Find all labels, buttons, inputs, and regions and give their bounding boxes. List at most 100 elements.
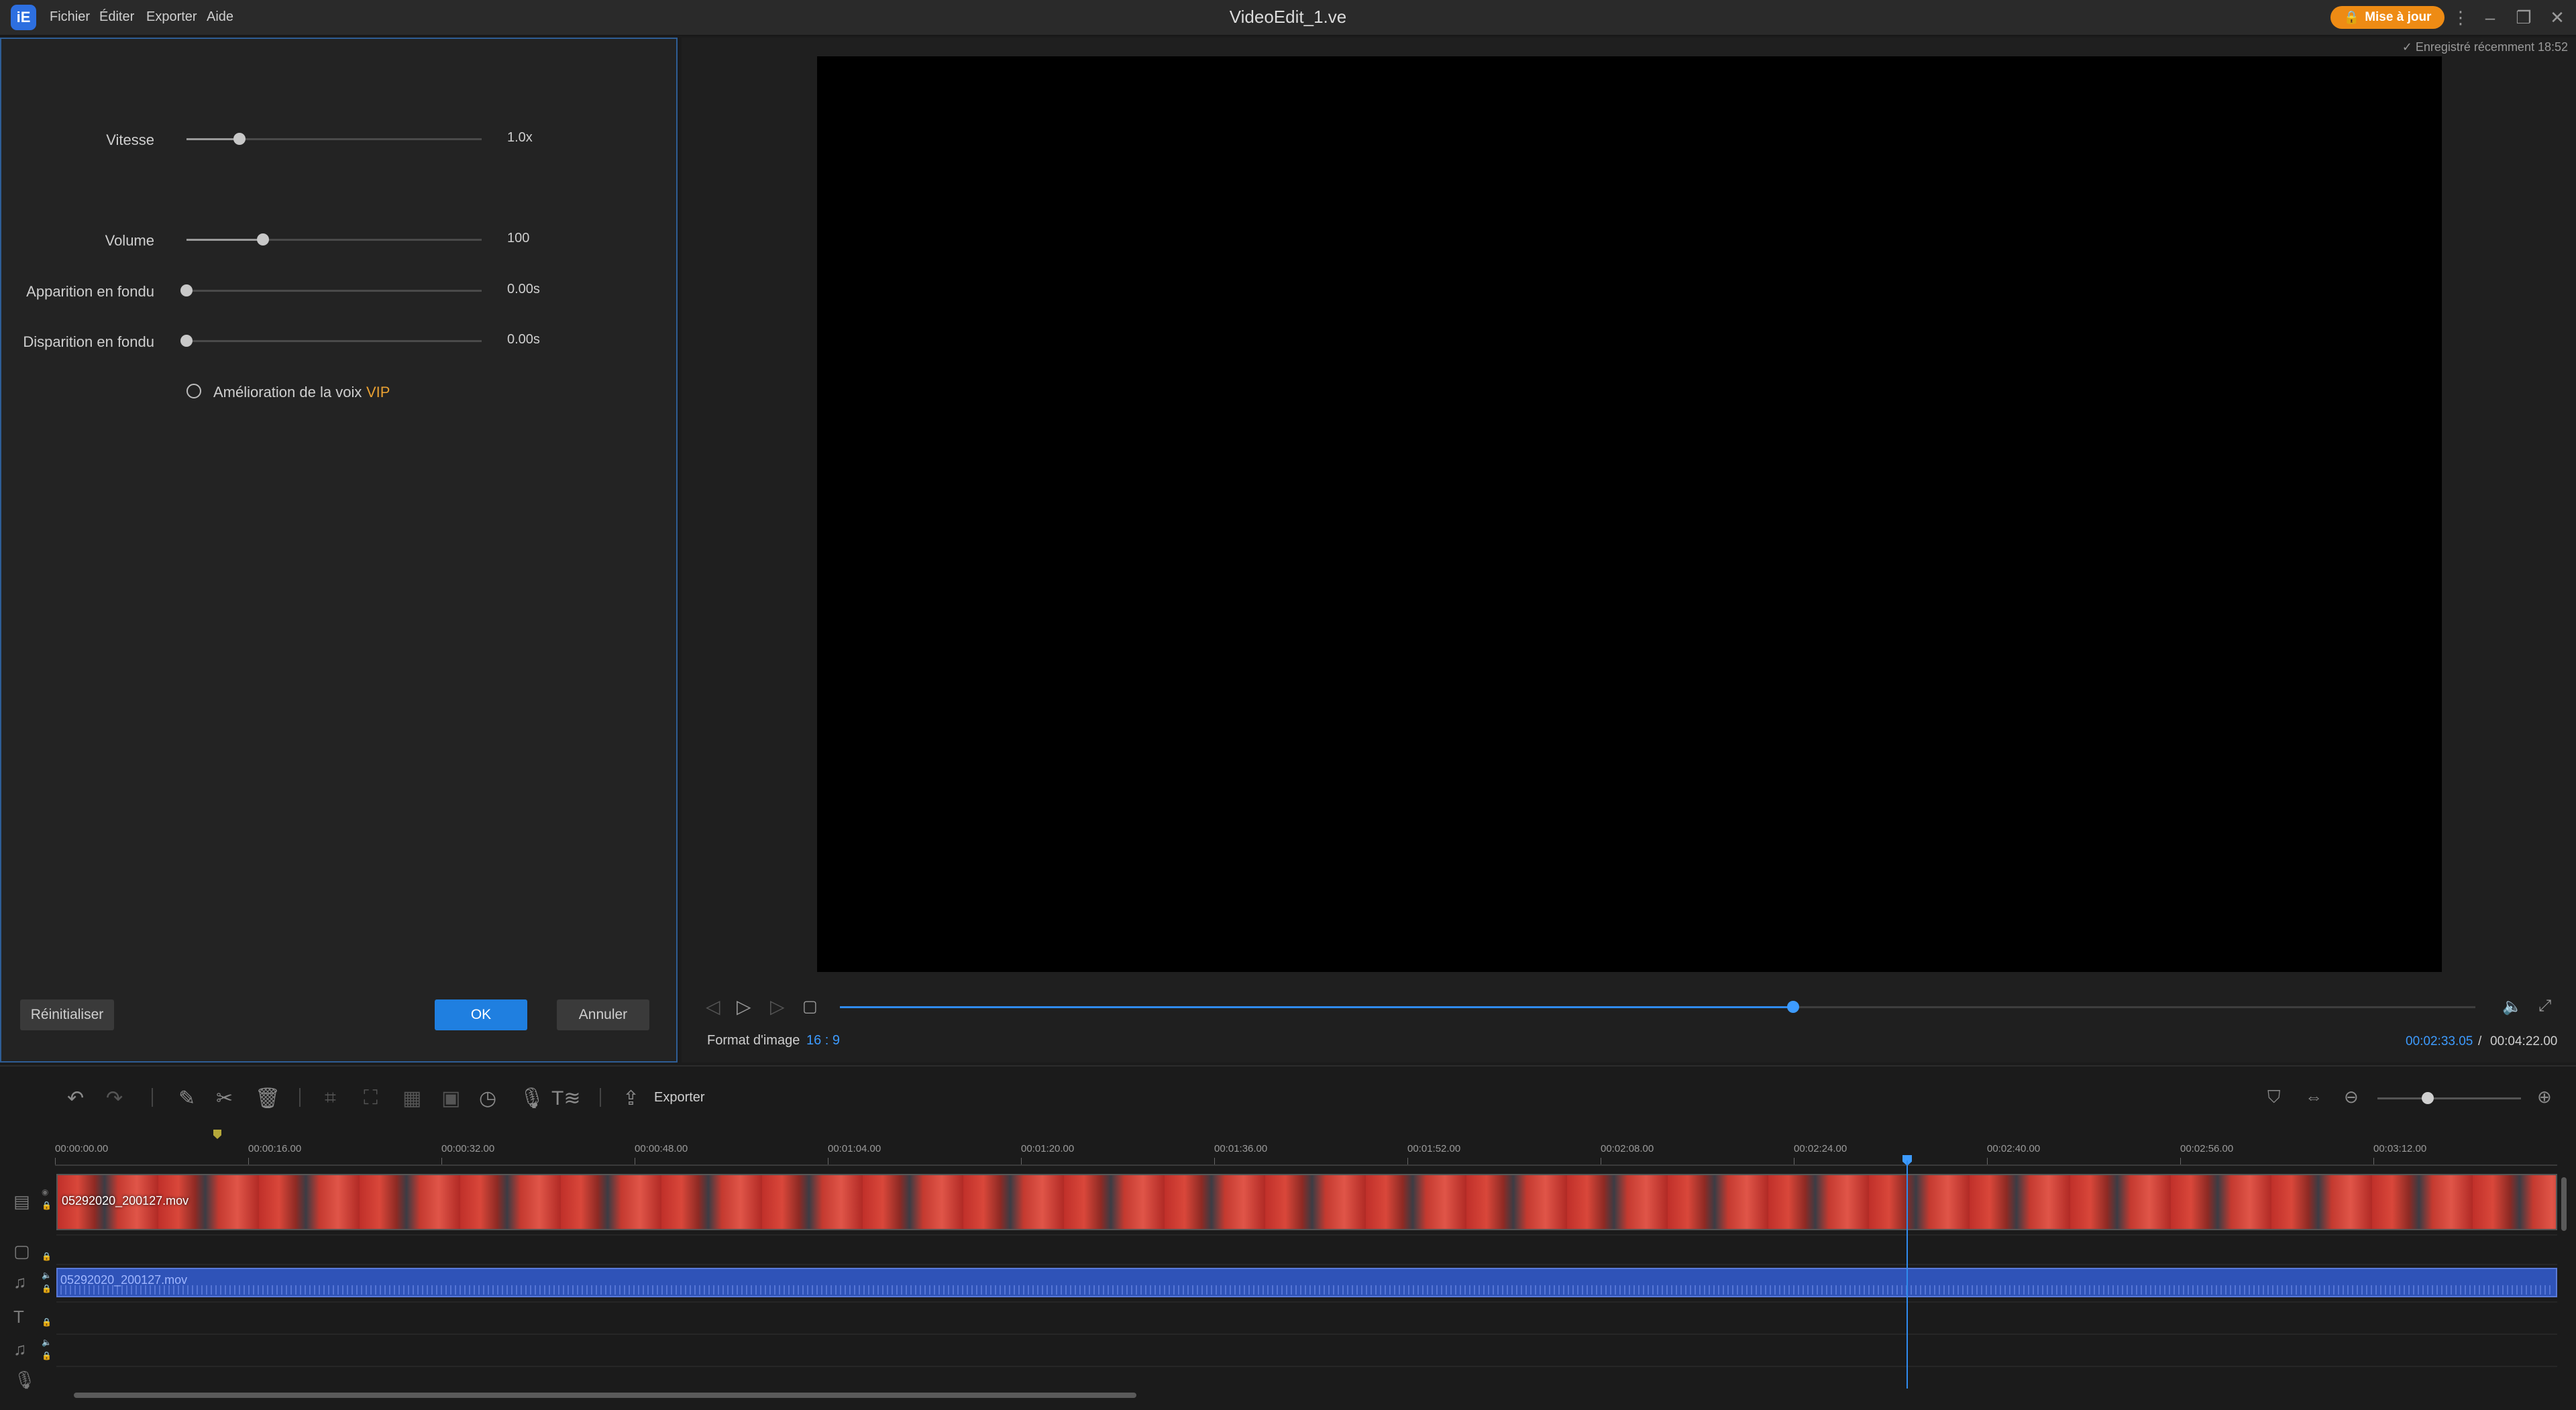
volume-icon[interactable]: 🔈 bbox=[2502, 997, 2522, 1016]
track-lock-icon[interactable]: 🔒 bbox=[42, 1351, 52, 1360]
audio-track-icon: ♫ bbox=[13, 1272, 27, 1292]
timeline-vertical-scrollbar[interactable] bbox=[2561, 1177, 2567, 1231]
playback-scrubber[interactable] bbox=[840, 1001, 2475, 1013]
playhead[interactable] bbox=[1907, 1160, 1908, 1389]
previous-frame-icon[interactable]: ◁ bbox=[706, 995, 720, 1018]
scissors-icon[interactable]: ✂ bbox=[216, 1087, 233, 1110]
track-lock-icon[interactable]: 🔒 bbox=[42, 1317, 52, 1327]
voiceover-track-icon: 🎙 bbox=[13, 1370, 36, 1390]
more-options-icon[interactable]: ⋮ bbox=[2449, 5, 2473, 30]
ruler-tick-label: 00:02:56.00 bbox=[2180, 1143, 2234, 1154]
saved-status: ✓ Enregistré récemment 18:52 bbox=[2402, 40, 2568, 54]
time-ruler[interactable]: 00:00:00.00 00:00:16.00 00:00:32.00 00:00:4… bbox=[55, 1140, 2557, 1166]
speed-slider[interactable] bbox=[186, 133, 482, 145]
fade-out-slider-thumb[interactable] bbox=[180, 335, 193, 347]
volume-label: Volume bbox=[105, 232, 154, 249]
next-frame-icon[interactable]: ▷ bbox=[770, 995, 785, 1018]
track-mute-icon[interactable]: 🔈 bbox=[42, 1338, 52, 1347]
timeline-horizontal-scrollbar[interactable] bbox=[74, 1393, 1136, 1398]
ruler-tick-label: 00:03:12.00 bbox=[2373, 1143, 2427, 1154]
export-icon[interactable]: ⇪ bbox=[623, 1087, 639, 1110]
play-icon[interactable]: ▷ bbox=[737, 995, 751, 1018]
video-clip[interactable] bbox=[56, 1174, 2557, 1230]
ruler-tick-label: 00:02:40.00 bbox=[1987, 1143, 2041, 1154]
text-to-speech-icon[interactable]: T≋ bbox=[551, 1087, 580, 1110]
mosaic-icon[interactable]: ▦ bbox=[402, 1087, 421, 1110]
track-divider bbox=[56, 1234, 2557, 1236]
video-clip-label: 05292020_200127.mov bbox=[62, 1194, 189, 1207]
track-divider bbox=[56, 1301, 2557, 1303]
volume-value: 100 bbox=[507, 231, 530, 246]
video-track-icon: ▤ bbox=[13, 1191, 30, 1211]
overlay-track-icon: ▢ bbox=[13, 1241, 30, 1261]
edit-pencil-icon[interactable]: ✎ bbox=[178, 1087, 195, 1110]
zoom-region-icon[interactable]: ⛶ bbox=[364, 1087, 378, 1109]
speed-label: Vitesse bbox=[106, 131, 154, 148]
track-divider bbox=[56, 1264, 2557, 1265]
ruler-tick-mark bbox=[1987, 1158, 1988, 1164]
fade-in-slider[interactable] bbox=[180, 284, 482, 296]
total-time: 00:04:22.00 bbox=[2490, 1034, 2558, 1048]
undo-icon[interactable]: ↶ bbox=[67, 1087, 84, 1110]
fade-out-value: 0.00s bbox=[507, 332, 540, 347]
restore-icon[interactable]: ❐ bbox=[2512, 5, 2536, 30]
cancel-button[interactable]: Annuler bbox=[557, 999, 649, 1030]
upgrade-button[interactable]: 🔒 Mise à jour bbox=[2330, 6, 2445, 29]
minimize-icon[interactable]: – bbox=[2478, 5, 2502, 30]
track-lock-icon[interactable]: 🔒 bbox=[42, 1284, 52, 1293]
audio-clip-label: 05292020_200127.mov bbox=[60, 1273, 188, 1287]
aspect-ratio-value[interactable]: 16 : 9 bbox=[806, 1033, 840, 1048]
ruler-tick-label: 00:00:48.00 bbox=[635, 1143, 688, 1154]
toolbar-divider bbox=[299, 1088, 301, 1107]
redo-icon[interactable]: ↷ bbox=[106, 1087, 123, 1110]
ruler-tick-mark bbox=[248, 1158, 249, 1164]
zoom-out-icon[interactable]: ⊖ bbox=[2344, 1087, 2359, 1107]
ruler-baseline bbox=[55, 1164, 2557, 1166]
fade-in-slider-thumb[interactable] bbox=[180, 284, 193, 296]
marker-icon[interactable]: ⛉ bbox=[2267, 1087, 2281, 1108]
stop-icon[interactable]: ▢ bbox=[802, 997, 818, 1016]
ruler-tick-mark bbox=[1214, 1158, 1215, 1164]
ruler-tick-label: 00:01:52.00 bbox=[1407, 1143, 1461, 1154]
ruler-tick-label: 00:00:00.00 bbox=[55, 1143, 109, 1154]
zoom-in-icon[interactable]: ⊕ bbox=[2537, 1087, 2552, 1107]
track-divider bbox=[56, 1334, 2557, 1335]
ok-button[interactable]: OK bbox=[435, 999, 527, 1030]
current-time: 00:02:33.05 bbox=[2406, 1034, 2473, 1048]
timeline-panel bbox=[0, 1065, 2576, 1410]
track-mute-icon[interactable]: 🔈 bbox=[42, 1270, 52, 1280]
crop-icon[interactable]: ⌗ bbox=[325, 1087, 336, 1109]
track-visibility-icon[interactable]: ◉ bbox=[42, 1187, 48, 1197]
ruler-tick-label: 00:00:32.00 bbox=[441, 1143, 495, 1154]
freeze-frame-icon[interactable]: ▣ bbox=[441, 1087, 460, 1110]
ruler-tick-mark bbox=[1407, 1158, 1408, 1164]
volume-slider[interactable] bbox=[186, 233, 482, 246]
fade-in-value: 0.00s bbox=[507, 282, 540, 296]
voice-enhance-label: Amélioration de la voix bbox=[213, 384, 362, 400]
microphone-icon[interactable]: 🎙 bbox=[519, 1087, 545, 1110]
saved-status-text: Enregistré récemment 18:52 bbox=[2415, 40, 2568, 54]
voice-enhance-radio[interactable] bbox=[186, 384, 201, 398]
fade-out-slider[interactable] bbox=[180, 335, 482, 347]
lock-icon: 🔒 bbox=[2343, 11, 2360, 25]
zoom-slider-thumb[interactable] bbox=[2421, 1092, 2434, 1104]
fade-in-label: Apparition en fondu bbox=[26, 283, 154, 300]
timeline-zoom-slider[interactable] bbox=[2377, 1092, 2521, 1104]
close-icon[interactable]: ✕ bbox=[2545, 5, 2569, 30]
track-lock-icon[interactable]: 🔒 bbox=[42, 1201, 52, 1210]
ruler-tick-mark bbox=[1021, 1158, 1022, 1164]
window-title: VideoEdit_1.ve bbox=[1229, 7, 1347, 27]
delete-icon[interactable]: 🗑 bbox=[255, 1087, 280, 1110]
track-lock-icon[interactable]: 🔒 bbox=[42, 1252, 52, 1261]
export-button[interactable]: Exporter bbox=[654, 1090, 705, 1105]
fullscreen-icon[interactable]: ⤢ bbox=[2538, 997, 2551, 1016]
reset-button[interactable]: Réinitialiser bbox=[20, 999, 114, 1030]
audio-waveform bbox=[60, 1285, 2553, 1295]
video-preview-canvas[interactable] bbox=[817, 56, 2442, 972]
fit-timeline-icon[interactable]: ⇔ bbox=[2305, 1087, 2322, 1107]
ruler-tick-label: 00:00:16.00 bbox=[248, 1143, 302, 1154]
duration-clock-icon[interactable]: ◷ bbox=[479, 1087, 496, 1110]
track-divider bbox=[56, 1366, 2557, 1367]
audio-settings-panel bbox=[0, 38, 678, 1063]
toolbar-divider bbox=[600, 1088, 601, 1107]
